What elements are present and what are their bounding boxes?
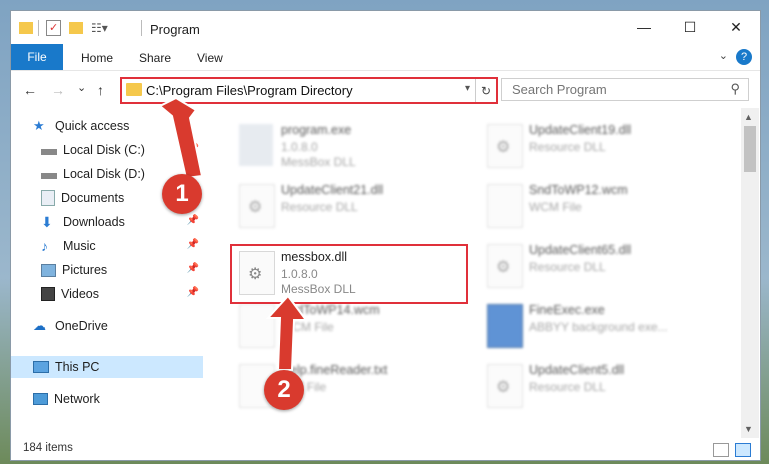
arrow-to-address-bar (158, 96, 204, 180)
arrow-to-messbox-file (265, 294, 308, 371)
annotation-arrows (158, 96, 308, 371)
callout-step-2: 2 (264, 370, 304, 410)
callout-step-1: 1 (162, 174, 202, 214)
